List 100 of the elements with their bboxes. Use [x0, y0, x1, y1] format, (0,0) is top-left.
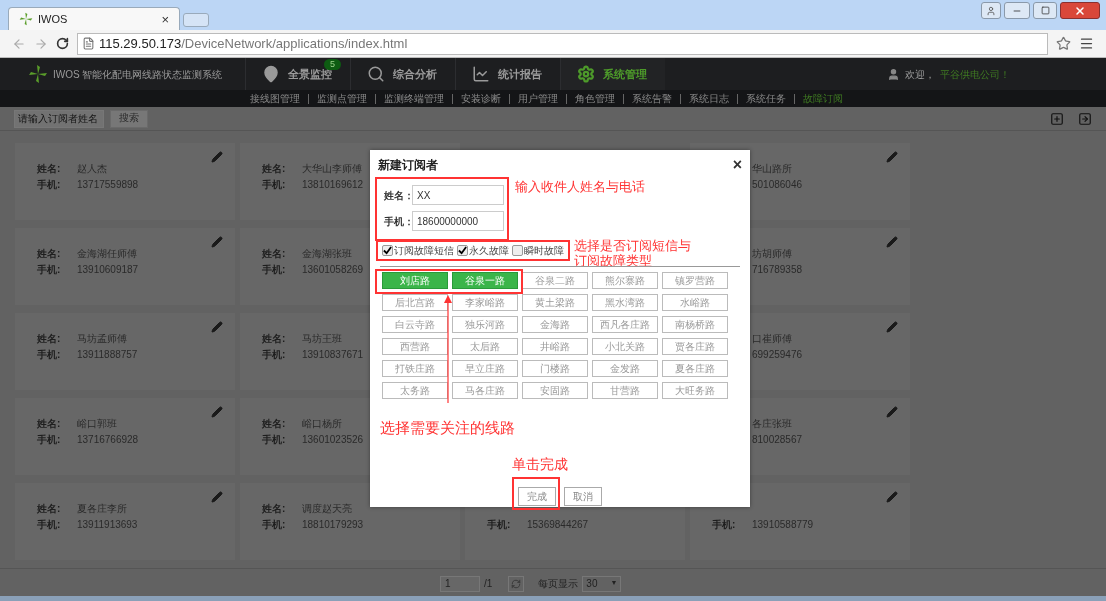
subnav-link[interactable]: 监测点管理	[308, 93, 375, 104]
annotation-text: 选择需要关注的线路	[380, 419, 515, 436]
route-button[interactable]: 安固路	[522, 382, 588, 399]
route-button[interactable]: 太后路	[452, 338, 518, 355]
phone-number: 716789358	[752, 263, 803, 276]
route-button[interactable]: 西凡各庄路	[592, 316, 658, 333]
route-button[interactable]: 甘营路	[592, 382, 658, 399]
browser-tab[interactable]: IWOS ×	[8, 7, 180, 30]
text-field[interactable]: 18600000000	[412, 211, 504, 231]
route-button[interactable]: 金海路	[522, 316, 588, 333]
subnav-link[interactable]: 角色管理	[566, 93, 623, 104]
dialog-button[interactable]: 完成	[518, 487, 556, 506]
field-label: 手机:	[262, 349, 286, 360]
field-label: 姓名:	[262, 503, 286, 514]
route-button[interactable]: 白云寺路	[382, 316, 448, 333]
field-label: 姓名:	[262, 163, 286, 174]
route-button[interactable]: 金发路	[592, 360, 658, 377]
checkbox-option[interactable]: 永久故障	[457, 243, 509, 258]
field-label: 手机:	[37, 519, 61, 530]
annotation-text: 选择是否订阅短信与订阅故障类型	[574, 238, 692, 268]
field-label: 姓名:	[37, 418, 61, 429]
field-label: 手机:	[262, 434, 286, 445]
address-field[interactable]: 115.29.50.173/DeviceNetwork/applications/index.html	[77, 32, 1048, 55]
route-button[interactable]: 门楼路	[522, 360, 588, 377]
text-field[interactable]: XX	[412, 185, 504, 205]
field-label: 姓名:	[262, 418, 286, 429]
phone-number: 699259476	[752, 348, 803, 361]
route-button[interactable]: 后北宫路	[382, 294, 448, 311]
route-button[interactable]: 马各庄路	[452, 382, 518, 399]
dialog-button[interactable]: 取消	[564, 487, 602, 506]
route-button[interactable]: 南杨桥路	[662, 316, 728, 333]
route-button[interactable]: 井峪路	[522, 338, 588, 355]
phone-number: 810028567	[752, 433, 803, 446]
field-label: 手机:	[262, 179, 286, 190]
field-label: 姓名:	[37, 503, 61, 514]
subnav-link[interactable]: 故障订阅	[794, 93, 851, 104]
page-total: /1	[484, 577, 493, 591]
phone-number: 13810169612	[302, 178, 364, 191]
field-label: 姓名:	[37, 333, 61, 344]
route-button[interactable]: 大旺务路	[662, 382, 728, 399]
close-button[interactable]: ×	[732, 157, 742, 173]
search-button[interactable]: 搜索	[110, 109, 148, 128]
subnav-link[interactable]: 系统任务	[737, 93, 794, 104]
field-label: 手机:	[37, 349, 61, 360]
route-button[interactable]: 黑水湾路	[592, 294, 658, 311]
route-button[interactable]: 李家峪路	[452, 294, 518, 311]
route-button[interactable]: 熊尔寨路	[592, 272, 658, 289]
field-label: 姓名：	[384, 188, 412, 203]
phone-number: 13910588779	[752, 518, 814, 531]
nav-menu-item[interactable]: 系统管理	[560, 58, 665, 90]
checkbox-option[interactable]: 瞬时故障	[512, 243, 564, 258]
subnav-link[interactable]: 系统日志	[680, 93, 737, 104]
field-label: 手机:	[262, 519, 286, 530]
page-field[interactable]: 1	[440, 575, 480, 592]
field-label: 姓名:	[37, 163, 61, 174]
field-label: 手机:	[37, 264, 61, 275]
annotation-text: 输入收件人姓名与电话	[515, 178, 645, 196]
phone-number: 13601058269	[302, 263, 364, 276]
subnav-link[interactable]: 系统告警	[623, 93, 680, 104]
phone-number: 13911888757	[77, 348, 138, 361]
welcome-text: 欢迎，	[905, 67, 935, 82]
subnav-link[interactable]: 用户管理	[509, 93, 566, 104]
route-button[interactable]: 独乐河路	[452, 316, 518, 333]
route-button[interactable]: 水峪路	[662, 294, 728, 311]
route-button[interactable]: 太务路	[382, 382, 448, 399]
route-button[interactable]: 黄土梁路	[522, 294, 588, 311]
route-button[interactable]: 贾各庄路	[662, 338, 728, 355]
phone-number: 13716766928	[77, 433, 139, 446]
field-label: 姓名:	[37, 248, 61, 259]
phone-number: 13601023526	[302, 433, 364, 446]
route-button[interactable]: 打铁庄路	[382, 360, 448, 377]
search-field[interactable]: 请输入订阅者姓名	[14, 109, 104, 128]
route-button[interactable]: 夏各庄路	[662, 360, 728, 377]
field-label: 手机：	[384, 214, 412, 229]
phone-number: 13717559898	[77, 178, 139, 191]
phone-number: 18810179293	[302, 518, 364, 531]
checkbox-option[interactable]: 订阅故障短信	[382, 243, 454, 258]
annotation-text: 单击完成	[512, 455, 568, 474]
subnav-link[interactable]: 安装诊断	[452, 93, 509, 104]
field-label: 手机:	[712, 519, 736, 530]
field-label: 手机:	[262, 264, 286, 275]
phone-number: 15369844267	[527, 518, 589, 531]
phone-number: 501086046	[752, 178, 803, 191]
count-badge: 5	[324, 59, 341, 70]
subnav-link[interactable]: 监测终端管理	[375, 93, 452, 104]
route-button[interactable]: 镇罗营路	[662, 272, 728, 289]
field-label: 姓名:	[262, 333, 286, 344]
route-button[interactable]: 刘店路	[382, 272, 448, 289]
phone-number: 13911913693	[77, 518, 138, 531]
field-label: 手机:	[37, 179, 61, 190]
route-button[interactable]: 谷泉一路	[452, 272, 518, 289]
route-button[interactable]: 西营路	[382, 338, 448, 355]
route-button[interactable]: 小北关路	[592, 338, 658, 355]
field-label: 手机:	[487, 519, 511, 530]
dialog-title: 新建订阅者	[378, 157, 438, 174]
company-link[interactable]: 平谷供电公司！	[940, 66, 1010, 82]
route-button[interactable]: 早立庄路	[452, 360, 518, 377]
tab-close-button[interactable]: ×	[161, 12, 169, 26]
subnav-link[interactable]: 接线图管理	[250, 93, 308, 104]
field-label: 手机:	[37, 434, 61, 445]
